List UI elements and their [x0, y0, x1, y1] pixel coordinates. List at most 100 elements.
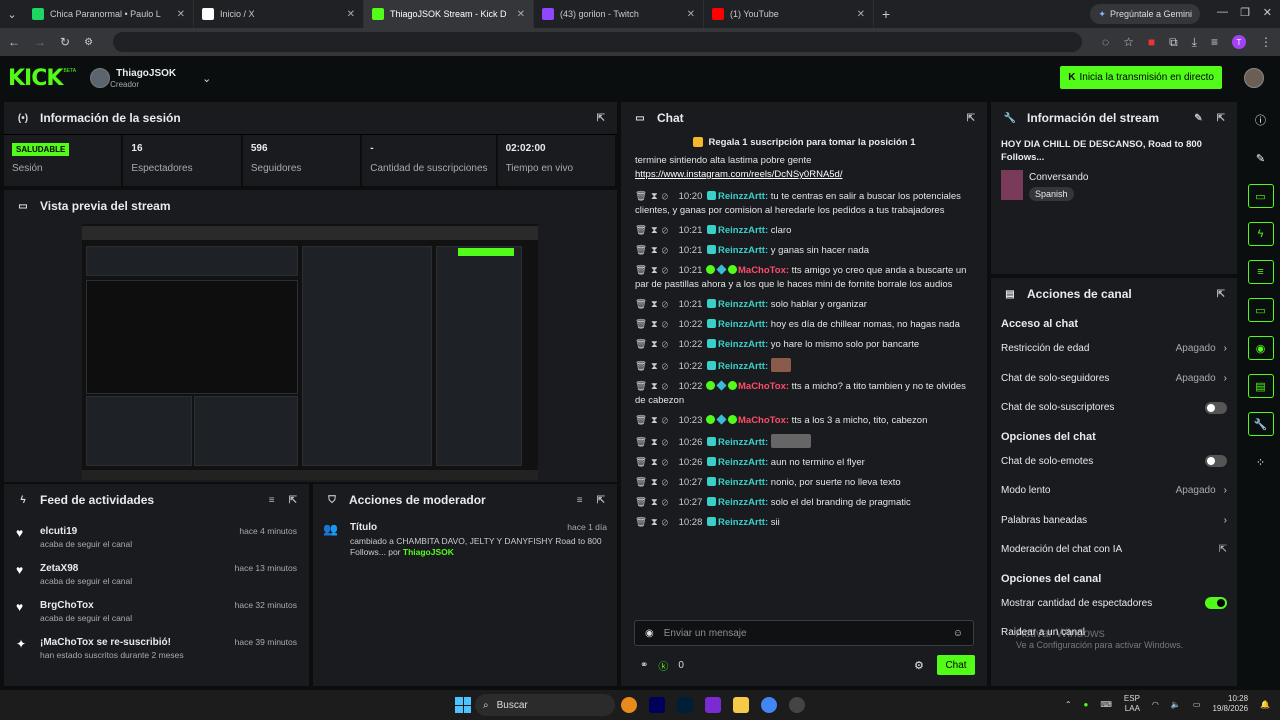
pinned-gift-banner[interactable]: Regala 1 suscripción para tomar la posic…	[621, 134, 987, 150]
obs-icon[interactable]	[789, 697, 805, 713]
mod-tools-icon[interactable]: 🗑⧗⊘	[635, 381, 679, 392]
broadcast-side-icon[interactable]: ◉	[1247, 336, 1274, 360]
external-link-icon[interactable]: ⇱	[1219, 544, 1227, 555]
maximize-button[interactable]: ❐	[1240, 6, 1250, 19]
filter-icon[interactable]: ≡	[577, 495, 583, 506]
toggle-switch[interactable]	[1205, 597, 1227, 610]
mod-tools-icon[interactable]: 🗑⧗⊘	[635, 319, 679, 330]
popout-icon[interactable]: ⇱	[967, 113, 975, 124]
mod-tools-icon[interactable]: 🗑⧗⊘	[635, 497, 679, 508]
feed-name[interactable]: BrgChoTox	[40, 600, 132, 611]
channel-setting-row[interactable]: Mostrar cantidad de espectadores	[991, 589, 1237, 619]
stream-preview-video[interactable]	[82, 224, 538, 480]
popout-icon[interactable]: ⇱	[1217, 289, 1225, 300]
volume-icon[interactable]: 🔈	[1171, 700, 1181, 709]
mod-tools-icon[interactable]: 🗑⧗⊘	[635, 339, 679, 350]
chat-settings-icon[interactable]: ◉	[645, 628, 654, 639]
mod-tools-icon[interactable]: 🗑⧗⊘	[635, 225, 679, 236]
bookmark-star-icon[interactable]: ☆	[1123, 35, 1134, 49]
go-live-button[interactable]: K Inicia la transmisión en directo	[1060, 66, 1222, 89]
chat-send-button[interactable]: Chat	[937, 655, 975, 675]
language-indicator[interactable]: ESP LAA	[1124, 694, 1140, 714]
browser-tab[interactable]: ThiagoJSOK Stream - Kick D ✕	[364, 0, 534, 28]
pencil-icon[interactable]: ✎	[1248, 146, 1274, 170]
reload-icon[interactable]: ↻	[60, 35, 70, 49]
tab-search-chevron[interactable]: ⌄	[0, 8, 24, 21]
app-icon[interactable]	[705, 697, 721, 713]
chat-username[interactable]: MaChoTox:	[738, 381, 789, 392]
mod-tools-icon[interactable]: 🗑⧗⊘	[635, 361, 679, 372]
panel-icon[interactable]: ▤	[1247, 374, 1274, 398]
info-icon[interactable]: ⓘ	[1248, 108, 1274, 132]
menu-icon[interactable]: ⋮	[1260, 35, 1272, 49]
extensions-icon[interactable]: ⧉	[1169, 35, 1178, 50]
feed-name[interactable]: elcuti19	[40, 526, 132, 537]
chevron-right-icon[interactable]: ›	[1224, 515, 1227, 526]
mod-tools-icon[interactable]: 🗑⧗⊘	[635, 437, 679, 448]
toggle-switch[interactable]	[1205, 455, 1227, 468]
popout-icon[interactable]: ⇱	[1217, 113, 1225, 124]
chat-username[interactable]: MaChoTox:	[738, 415, 789, 426]
taskbar-search[interactable]: ⌕ Buscar	[475, 694, 615, 716]
channel-setting-row[interactable]: Chat de solo-emotes	[991, 447, 1237, 477]
chat-username[interactable]: ReinzzArtt:	[718, 225, 768, 236]
back-icon[interactable]: ←	[8, 35, 20, 49]
browser-tab[interactable]: (43) gorilon - Twitch ✕	[534, 0, 704, 28]
chat-link[interactable]: https://www.instagram.com/reels/DcNSy0RN…	[635, 169, 842, 180]
keyboard-icon[interactable]: ⌨	[1100, 700, 1112, 709]
list-icon[interactable]: ≡	[1247, 260, 1274, 284]
mod-tools-icon[interactable]: 🗑⧗⊘	[635, 415, 679, 426]
feed-name[interactable]: ZetaX98	[40, 563, 132, 574]
user-avatar[interactable]	[90, 68, 111, 88]
wifi-icon[interactable]: ◠	[1152, 700, 1159, 709]
new-tab-button[interactable]: +	[874, 6, 898, 22]
mod-tools-icon[interactable]: 🗑⧗⊘	[635, 245, 679, 256]
channel-setting-row[interactable]: Chat de solo-seguidores Apagado ›	[991, 364, 1237, 394]
username[interactable]: ThiagoJSOK	[116, 68, 176, 80]
apps-icon[interactable]: ⁘	[1248, 450, 1274, 474]
chat-username[interactable]: ReinzzArtt:	[718, 299, 768, 310]
battery-icon[interactable]: ▭	[1193, 700, 1201, 709]
popout-icon[interactable]: ⇱	[289, 495, 297, 506]
chat-username[interactable]: ReinzzArtt:	[718, 477, 768, 488]
close-icon[interactable]: ✕	[687, 9, 695, 20]
category-thumbnail[interactable]	[1001, 170, 1023, 200]
kick-logo[interactable]: KICK	[8, 66, 63, 91]
notification-icon[interactable]: 🔔	[1260, 700, 1270, 709]
chevron-right-icon[interactable]: ›	[1224, 485, 1227, 496]
filter-icon[interactable]: ≡	[269, 495, 275, 506]
browser-tab[interactable]: Chica Paranormal • Paulo L ✕	[24, 0, 194, 28]
close-icon[interactable]: ✕	[177, 9, 185, 20]
chevron-right-icon[interactable]: ›	[1224, 373, 1227, 384]
site-info-icon[interactable]: ⚙	[84, 37, 93, 48]
channel-setting-row[interactable]: Palabras baneadas ›	[991, 506, 1237, 536]
profile-avatar-kick[interactable]	[1244, 68, 1264, 88]
tab-list-icon[interactable]: ≡	[1211, 35, 1218, 49]
popout-icon[interactable]: ⇱	[597, 113, 605, 124]
clock[interactable]: 10:28 19/8/2026	[1212, 694, 1248, 714]
chevron-right-icon[interactable]: ›	[1224, 343, 1227, 354]
channel-setting-row[interactable]: Moderación del chat con IA ⇱	[991, 535, 1237, 565]
mod-tools-icon[interactable]: 🗑⧗⊘	[635, 299, 679, 310]
mod-tools-icon[interactable]: 🗑⧗⊘	[635, 191, 679, 202]
mod-tools-icon[interactable]: 🗑⧗⊘	[635, 265, 679, 276]
chat-username[interactable]: ReinzzArtt:	[718, 361, 768, 372]
mod-item-user[interactable]: ThiagoJSOK	[403, 547, 454, 557]
chat-username[interactable]: ReinzzArtt:	[718, 245, 768, 256]
chat-username[interactable]: ReinzzArtt:	[718, 319, 768, 330]
chat-username[interactable]: MaChoTox:	[738, 265, 789, 276]
mod-tools-icon[interactable]: 🗑⧗⊘	[635, 477, 679, 488]
extension-red-icon[interactable]: ■	[1148, 35, 1155, 49]
category-label[interactable]: Conversando	[1029, 172, 1088, 183]
photoshop-icon[interactable]	[677, 697, 693, 713]
popout-icon[interactable]: ⇱	[597, 495, 605, 506]
channel-setting-row[interactable]: Chat de solo-suscriptores	[991, 393, 1237, 423]
profile-avatar[interactable]: T	[1232, 35, 1246, 49]
points-icon[interactable]: ⓚ	[658, 658, 668, 673]
chat-input[interactable]: ◉ Enviar un mensaje ☺	[634, 620, 974, 646]
bolt-icon[interactable]: ϟ	[1247, 222, 1274, 246]
feed-name[interactable]: ¡MaChoTox se re-suscribió!	[40, 637, 184, 648]
close-icon[interactable]: ✕	[517, 9, 525, 20]
channel-setting-row[interactable]: Restricción de edad Apagado ›	[991, 334, 1237, 364]
toggle-switch[interactable]	[1205, 401, 1227, 414]
